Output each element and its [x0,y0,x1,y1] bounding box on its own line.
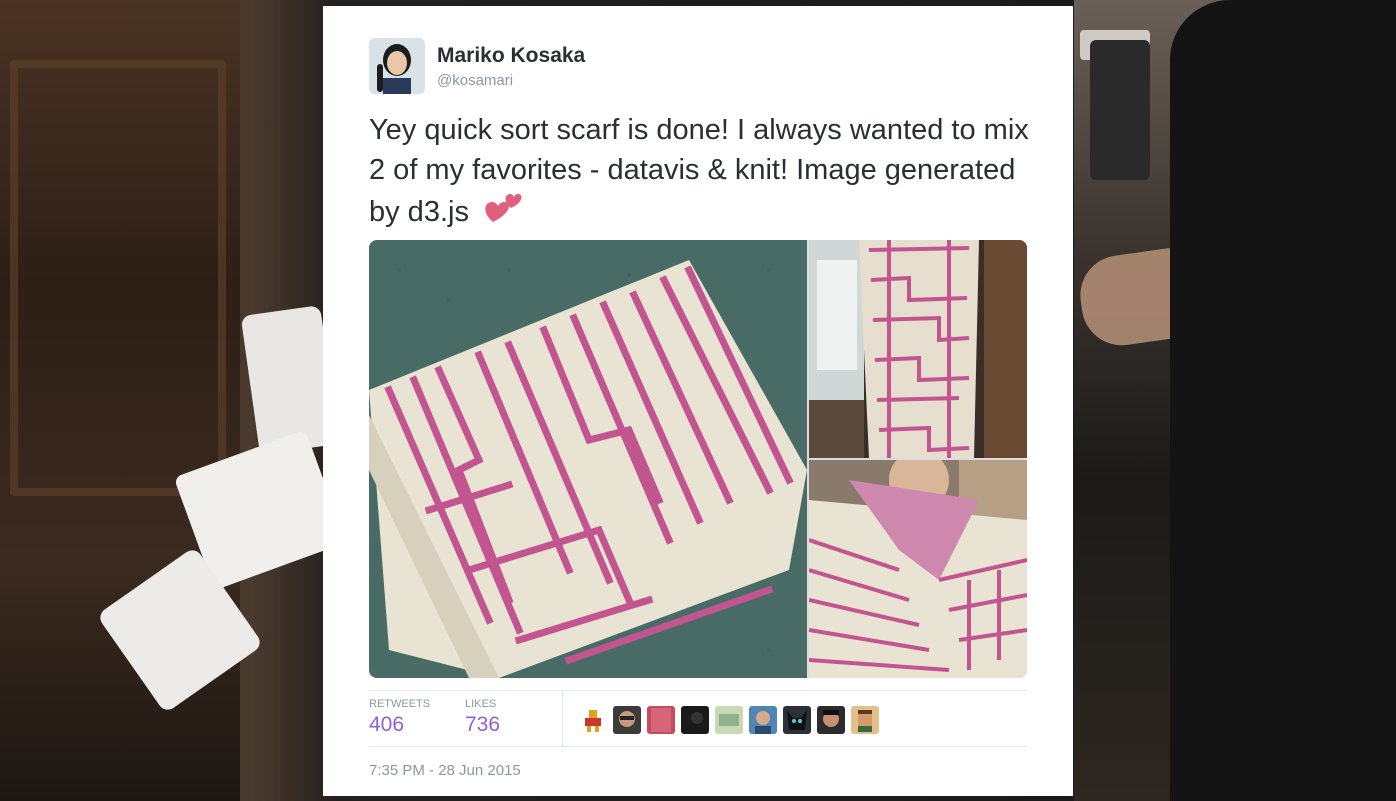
likes-count: 736 [465,713,501,736]
liker-avatar-8[interactable] [817,706,845,734]
tweet-text-content: Yey quick sort scarf is done! I always w… [369,114,1029,229]
liker-avatar-5[interactable] [715,706,743,734]
tweet-card: Mariko Kosaka @kosamari Yey quick sort s… [323,6,1073,796]
liker-avatar-6[interactable] [749,706,777,734]
stats-bottom-divider [369,746,1027,747]
two-hearts-icon [483,190,523,237]
liker-avatar-1[interactable] [579,706,607,734]
tweet-media-grid [369,240,1027,678]
liker-avatar-9[interactable] [851,706,879,734]
background-white-object [96,300,347,714]
stats-separator [562,690,563,746]
author-name[interactable]: Mariko Kosaka [437,44,585,68]
author-avatar[interactable] [369,38,425,94]
liker-avatar-7[interactable] [783,706,811,734]
author-handle[interactable]: @kosamari [437,72,513,89]
retweets-label: RETWEETS [369,698,431,710]
likes-stat[interactable]: LIKES 736 [465,698,500,737]
background-person [1170,0,1396,801]
liker-avatar-3[interactable] [647,706,675,734]
scarf-folded-photo[interactable] [369,240,807,678]
background-device [1090,40,1150,180]
liker-avatar-4[interactable] [681,706,709,734]
scarf-worn-photo[interactable] [809,460,1027,678]
tweet-timestamp[interactable]: 7:35 PM - 28 Jun 2015 [369,762,521,779]
scarf-hanging-photo[interactable] [809,240,1027,458]
retweets-stat[interactable]: RETWEETS 406 [369,698,430,737]
liker-avatar-2[interactable] [613,706,641,734]
retweets-count: 406 [369,713,405,736]
tweet-stats: RETWEETS 406 LIKES 736 [369,690,1027,746]
tweet-text: Yey quick sort scarf is done! I always w… [369,110,1039,237]
likes-label: LIKES [465,698,497,710]
